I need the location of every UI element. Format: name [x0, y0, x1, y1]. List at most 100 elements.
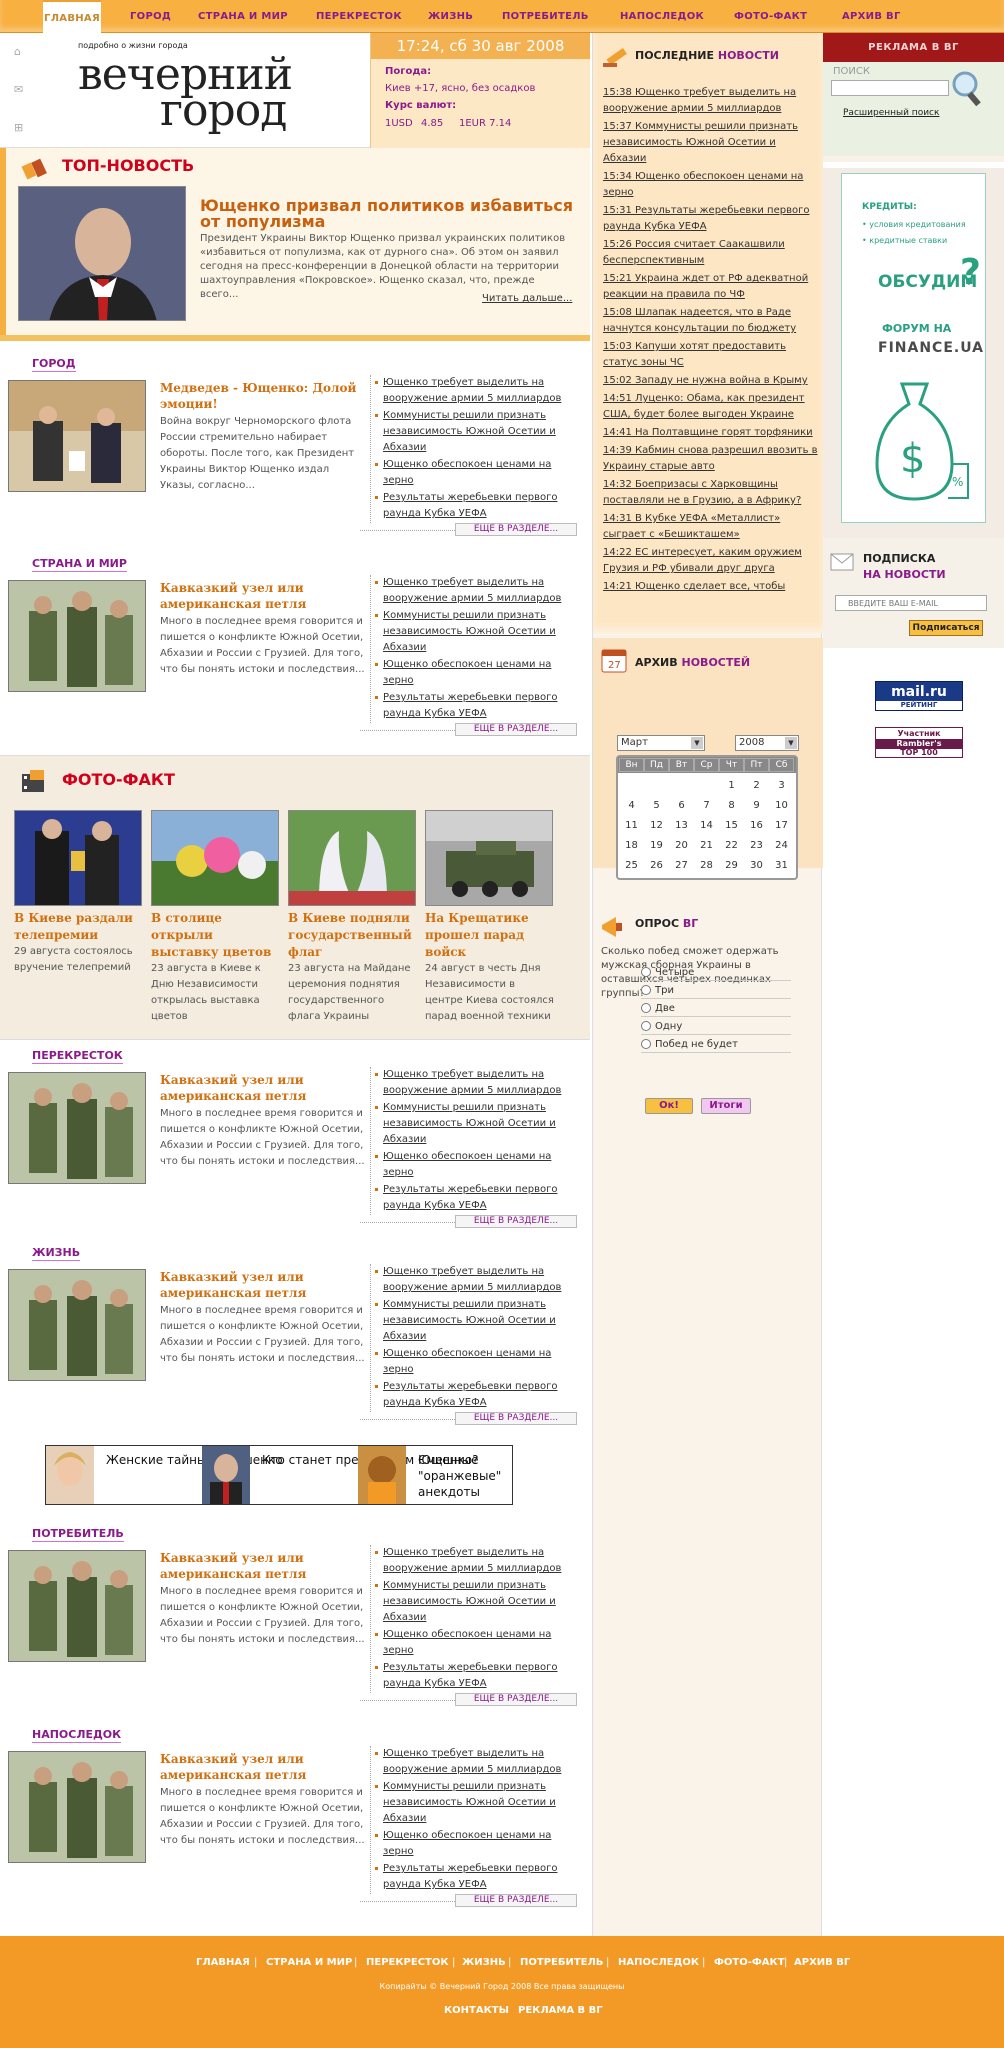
rambler-badge[interactable]: Участник Rambler's TOP 100	[875, 727, 963, 758]
news-link[interactable]: 14:21 Ющенко сделает все, чтобы	[603, 579, 818, 595]
magnifier-icon[interactable]	[945, 68, 981, 107]
news-link[interactable]: 14:41 На Полтавщине горят торфяники	[603, 425, 818, 441]
list-item[interactable]: Ющенко требует выделить на вооружение ар…	[375, 1746, 580, 1778]
poll-option[interactable]: Три	[641, 983, 791, 999]
calendar-day[interactable]: 2	[744, 777, 769, 794]
nav-item-crossroad[interactable]: ПЕРЕКРЕСТОК	[316, 11, 402, 22]
more-button[interactable]: ЕЩЕ В РАЗДЕЛЕ...	[455, 1215, 577, 1228]
calendar-day[interactable]: 1	[719, 777, 744, 794]
calendar-day[interactable]: 20	[669, 837, 694, 854]
news-link[interactable]: 15:02 Западу не нужна война в Крыму	[603, 373, 818, 389]
section-photo[interactable]	[8, 1550, 146, 1662]
news-link[interactable]: 15:38 Ющенко требует выделить на вооруже…	[603, 85, 818, 117]
vote-button[interactable]: Ок!	[645, 1098, 693, 1114]
list-item[interactable]: Результаты жеребьевки первого раунда Куб…	[375, 490, 580, 522]
photo-item[interactable]: В столице открыли выставку цветов 23 авг…	[151, 810, 281, 1025]
radio-button[interactable]	[641, 967, 651, 977]
news-link[interactable]: 15:21 Украина ждет от РФ адекватной реак…	[603, 271, 818, 303]
results-button[interactable]: Итоги	[701, 1098, 751, 1114]
list-item[interactable]: Ющенко требует выделить на вооружение ар…	[375, 1067, 580, 1099]
list-item[interactable]: Ющенко требует выделить на вооружение ар…	[375, 1545, 580, 1577]
photo[interactable]	[151, 810, 279, 906]
calendar-day[interactable]: 27	[669, 857, 694, 874]
news-link[interactable]: 14:31 В Кубке УЕФА «Металлист» сыграет с…	[603, 511, 818, 543]
calendar-day[interactable]: 14	[694, 817, 719, 834]
subscribe-button[interactable]: Подписаться	[909, 620, 983, 636]
mail-rating-badge[interactable]: mail.ru РЕЙТИНГ	[875, 681, 963, 711]
more-button[interactable]: ЕЩЕ В РАЗДЕЛЕ...	[455, 1412, 577, 1425]
news-link[interactable]: 15:31 Результаты жеребьевки первого раун…	[603, 203, 818, 235]
calendar-day[interactable]: 18	[619, 837, 644, 854]
nav-item-archive[interactable]: АРХИВ ВГ	[842, 11, 901, 22]
top-news-headline[interactable]: Ющенко призвал политиков избавиться от п…	[200, 198, 580, 230]
photo-item[interactable]: В Киеве раздали телепремии 29 августа со…	[14, 810, 144, 976]
section-headline[interactable]: Кавказкий узел или американская петля	[160, 580, 360, 612]
more-button[interactable]: ЕЩЕ В РАЗДЕЛЕ...	[455, 1693, 577, 1706]
top-news-photo[interactable]	[18, 186, 186, 321]
nav-item-photofact[interactable]: ФОТО-ФАКТ	[734, 11, 807, 22]
home-icon[interactable]: ⌂	[14, 45, 28, 58]
photo[interactable]	[288, 810, 416, 906]
section-photo[interactable]	[8, 1269, 146, 1381]
section-headline[interactable]: Кавказкий узел или американская петля	[160, 1550, 360, 1582]
list-item[interactable]: Ющенко требует выделить на вооружение ар…	[375, 375, 580, 407]
section-headline[interactable]: Кавказкий узел или американская петля	[160, 1072, 360, 1104]
section-headline[interactable]: Медведев - Ющенко: Долой эмоции!	[160, 380, 360, 412]
calendar-day[interactable]: 22	[719, 837, 744, 854]
banner-text-1[interactable]: Женские тайны Тимошенко	[106, 1452, 283, 1468]
news-link[interactable]: 14:32 Боепризасы с Харковщины поставляли…	[603, 477, 818, 509]
radio-button[interactable]	[641, 1003, 651, 1013]
section-photo[interactable]	[8, 1072, 146, 1184]
news-link[interactable]: 14:39 Кабмин снова разрешил ввозить в Ук…	[603, 443, 818, 475]
poll-option[interactable]: Одну	[641, 1019, 791, 1035]
ad-header[interactable]: РЕКЛАМА В ВГ	[823, 33, 1004, 62]
list-item[interactable]: Результаты жеребьевки первого раунда Куб…	[375, 1182, 580, 1214]
section-title[interactable]: ГОРОД	[32, 357, 76, 372]
list-item[interactable]: Ющенко обеспокоен ценами на зерно	[375, 457, 580, 489]
list-item[interactable]: Ющенко обеспокоен ценами на зерно	[375, 1627, 580, 1659]
list-item[interactable]: Ющенко обеспокоен ценами на зерно	[375, 1828, 580, 1860]
news-link[interactable]: 15:34 Ющенко обеспокоен ценами на зерно	[603, 169, 818, 201]
list-item[interactable]: Ющенко обеспокоен ценами на зерно	[375, 1149, 580, 1181]
photo-title[interactable]: В Киеве раздали телепремии	[14, 910, 144, 944]
finance-ad[interactable]: КРЕДИТЫ: • условия кредитования • кредит…	[841, 173, 986, 523]
list-item[interactable]: Результаты жеребьевки первого раунда Куб…	[375, 1861, 580, 1893]
radio-button[interactable]	[641, 985, 651, 995]
footer-link[interactable]: ПОТРЕБИТЕЛЬ	[520, 1957, 603, 1968]
nav-item-city[interactable]: ГОРОД	[130, 11, 171, 22]
poll-option[interactable]: Четыре	[641, 965, 791, 981]
poll-option[interactable]: Две	[641, 1001, 791, 1017]
calendar-day[interactable]: 28	[694, 857, 719, 874]
list-item[interactable]: Коммунисты решили признать независимость…	[375, 1779, 580, 1827]
news-link[interactable]: 15:03 Капуши хотят предоставить статус з…	[603, 339, 818, 371]
news-link[interactable]: 15:08 Шлапак надеется, что в Раде начнут…	[603, 305, 818, 337]
section-headline[interactable]: Кавказкий узел или американская петля	[160, 1269, 360, 1301]
section-title[interactable]: НАПОСЛЕДОК	[32, 1728, 122, 1743]
list-item[interactable]: Коммунисты решили признать независимость…	[375, 408, 580, 456]
news-link[interactable]: 15:37 Коммунисты решили признать независ…	[603, 119, 818, 167]
nav-item-finally[interactable]: НАПОСЛЕДОК	[620, 11, 704, 22]
calendar-day[interactable]: 11	[619, 817, 644, 834]
mail-icon[interactable]: ✉	[14, 83, 28, 96]
calendar-day[interactable]: 29	[719, 857, 744, 874]
photo-item[interactable]: На Крещатике прошел парад войск 24 авгус…	[425, 810, 555, 1025]
section-photo[interactable]	[8, 580, 146, 692]
calendar-day[interactable]: 6	[669, 797, 694, 814]
nav-item-life[interactable]: ЖИЗНЬ	[428, 11, 473, 22]
list-item[interactable]: Результаты жеребьевки первого раунда Куб…	[375, 690, 580, 722]
more-button[interactable]: ЕЩЕ В РАЗДЕЛЕ...	[455, 1894, 577, 1907]
list-item[interactable]: Ющенко обеспокоен ценами на зерно	[375, 1346, 580, 1378]
calendar-day[interactable]: 3	[769, 777, 794, 794]
poll-option[interactable]: Побед не будет	[641, 1037, 791, 1053]
calendar-day[interactable]: 5	[644, 797, 669, 814]
calendar-day[interactable]: 25	[619, 857, 644, 874]
list-item[interactable]: Результаты жеребьевки первого раунда Куб…	[375, 1379, 580, 1411]
calendar-day[interactable]: 15	[719, 817, 744, 834]
calendar-day[interactable]: 30	[744, 857, 769, 874]
calendar-day[interactable]: 13	[669, 817, 694, 834]
promo-banner[interactable]: Женские тайны Тимошенко Кто станет преем…	[45, 1445, 513, 1505]
photo-item[interactable]: В Киеве подняли государственный флаг 23 …	[288, 810, 418, 1025]
calendar-day[interactable]: 4	[619, 797, 644, 814]
calendar-day[interactable]: 10	[769, 797, 794, 814]
calendar-day[interactable]: 19	[644, 837, 669, 854]
